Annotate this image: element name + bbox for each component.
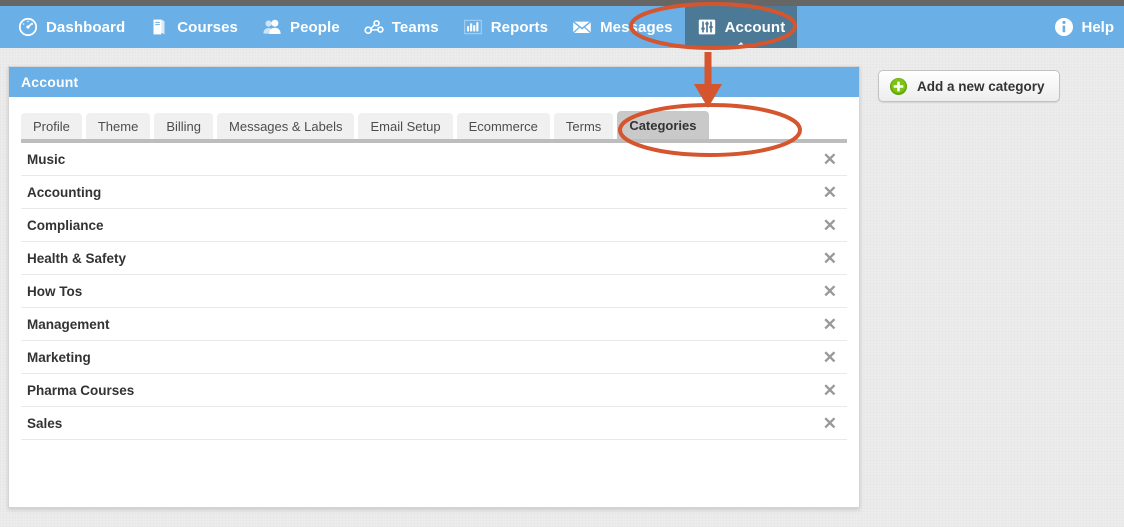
nav-item-reports[interactable]: Reports [451, 6, 560, 48]
category-name: How Tos [27, 283, 83, 299]
tab-categories[interactable]: Categories [617, 111, 709, 139]
nav-item-list: Dashboard Courses People Teams Reports M… [6, 6, 798, 49]
category-name: Health & Safety [27, 250, 127, 266]
sliders-icon [697, 17, 717, 37]
close-icon[interactable]: ✕ [817, 283, 843, 300]
book-icon [149, 17, 169, 37]
add-category-label: Add a new category [917, 78, 1045, 94]
gauge-icon [18, 17, 38, 37]
table-row[interactable]: Health & Safety ✕ [21, 242, 847, 275]
tab-label: Categories [629, 117, 697, 133]
close-icon[interactable]: ✕ [817, 415, 843, 432]
close-icon[interactable]: ✕ [817, 184, 843, 201]
close-icon[interactable]: ✕ [817, 151, 843, 168]
close-icon[interactable]: ✕ [817, 316, 843, 333]
add-category-button[interactable]: Add a new category [878, 70, 1060, 102]
help-label: Help [1081, 18, 1114, 36]
account-panel: Account Profile Theme Billing Messages &… [8, 66, 860, 508]
tab-ecommerce[interactable]: Ecommerce [456, 113, 550, 139]
tab-label: Billing [166, 118, 202, 134]
window-top-strip [0, 0, 1124, 6]
category-list: Music ✕ Accounting ✕ Compliance ✕ Health… [21, 143, 847, 440]
tab-profile[interactable]: Profile [21, 113, 82, 139]
tab-email-setup[interactable]: Email Setup [358, 113, 453, 139]
nav-item-messages[interactable]: Messages [560, 6, 685, 48]
tab-label: Email Setup [370, 118, 441, 134]
plus-circle-icon [889, 77, 908, 96]
tab-messages-labels[interactable]: Messages & Labels [217, 113, 355, 139]
help-button[interactable]: Help [1054, 6, 1114, 48]
category-name: Music [27, 151, 66, 167]
tab-label: Theme [97, 118, 139, 134]
nav-item-courses[interactable]: Courses [137, 6, 250, 48]
nav-item-dashboard[interactable]: Dashboard [6, 6, 137, 48]
table-row[interactable]: Marketing ✕ [21, 341, 847, 374]
nav-item-label: Reports [490, 18, 549, 36]
account-tab-bar: Profile Theme Billing Messages & Labels … [21, 111, 847, 139]
nav-item-label: Teams [391, 18, 439, 36]
panel-title: Account [9, 67, 859, 97]
nav-item-label: Dashboard [46, 18, 126, 36]
main-navigation-bar: Dashboard Courses People Teams Reports M… [0, 6, 1124, 49]
tab-terms[interactable]: Terms [553, 113, 614, 139]
nav-item-label: Messages [600, 18, 673, 36]
info-icon [1054, 17, 1074, 37]
tab-label: Ecommerce [468, 118, 538, 134]
tab-label: Terms [565, 118, 602, 134]
close-icon[interactable]: ✕ [817, 250, 843, 267]
category-name: Marketing [27, 349, 91, 365]
table-row[interactable]: Compliance ✕ [21, 209, 847, 242]
nav-item-people[interactable]: People [250, 6, 352, 48]
close-icon[interactable]: ✕ [817, 217, 843, 234]
close-icon[interactable]: ✕ [817, 349, 843, 366]
table-row[interactable]: Management ✕ [21, 308, 847, 341]
category-name: Management [27, 316, 110, 332]
close-icon[interactable]: ✕ [817, 382, 843, 399]
nav-item-label: Account [724, 18, 786, 36]
table-row[interactable]: Music ✕ [21, 143, 847, 176]
table-row[interactable]: Accounting ✕ [21, 176, 847, 209]
people-icon [262, 17, 282, 37]
table-row[interactable]: How Tos ✕ [21, 275, 847, 308]
category-name: Sales [27, 415, 63, 431]
category-name: Accounting [27, 184, 102, 200]
teams-icon [364, 17, 384, 37]
nav-item-teams[interactable]: Teams [352, 6, 451, 48]
tab-label: Profile [33, 118, 70, 134]
category-name: Pharma Courses [27, 382, 135, 398]
nav-item-label: Courses [177, 18, 238, 36]
nav-item-label: People [289, 18, 340, 36]
category-name: Compliance [27, 217, 104, 233]
envelope-icon [572, 17, 592, 37]
table-row[interactable]: Sales ✕ [21, 407, 847, 440]
table-row[interactable]: Pharma Courses ✕ [21, 374, 847, 407]
tab-label: Messages & Labels [229, 118, 343, 134]
tab-billing[interactable]: Billing [154, 113, 214, 139]
barchart-icon [463, 17, 483, 37]
tab-theme[interactable]: Theme [85, 113, 151, 139]
panel-body: Profile Theme Billing Messages & Labels … [9, 97, 859, 440]
nav-item-account[interactable]: Account [684, 6, 798, 49]
